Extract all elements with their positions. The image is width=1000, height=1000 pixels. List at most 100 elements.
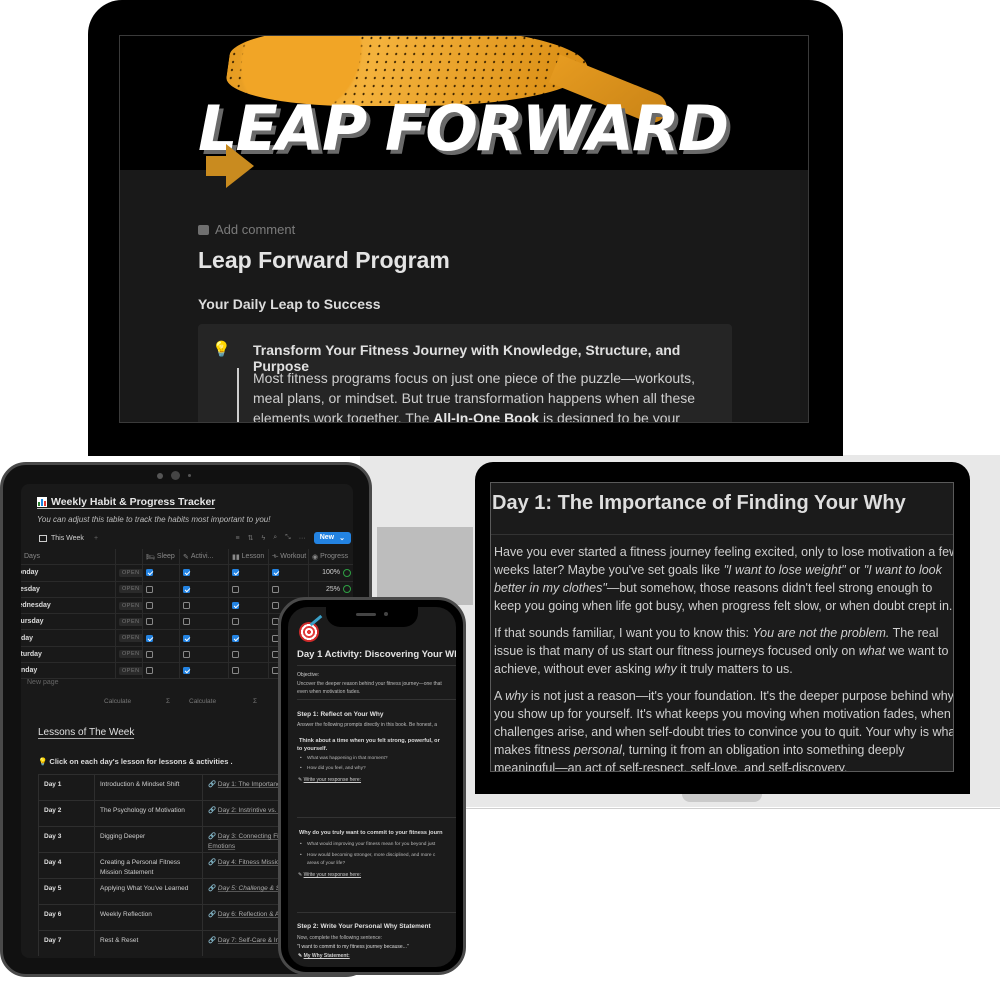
column-lesson[interactable]: ▮▮ Lesson <box>229 549 269 565</box>
my-why-link[interactable]: ✎ My Why Statement: <box>298 953 350 959</box>
automation-icon[interactable]: ϟ <box>261 535 265 542</box>
objective-text: Uncover the deeper reason behind your fi… <box>297 681 442 695</box>
write-response-link[interactable]: ✎ Write your response here: <box>298 872 361 878</box>
column-days[interactable]: Days <box>21 549 116 565</box>
quote-bar <box>237 368 239 422</box>
activity-checkbox[interactable] <box>183 667 190 675</box>
add-comment-button[interactable]: Add comment <box>198 222 758 237</box>
step1-heading: Step 1: Reflect on Your Why <box>297 711 384 718</box>
workout-cell <box>269 581 309 597</box>
day-name[interactable]: Wednesday <box>21 597 116 614</box>
sleep-checkbox[interactable] <box>146 634 153 642</box>
step2-heading: Step 2: Write Your Personal Why Statemen… <box>297 923 431 930</box>
lesson-checkbox[interactable] <box>232 569 239 577</box>
divider <box>297 699 456 700</box>
sleep-checkbox[interactable] <box>146 602 153 610</box>
activity-checkbox[interactable] <box>183 650 190 658</box>
lesson-checkbox[interactable] <box>232 667 239 675</box>
sum-dropdown[interactable]: Σ <box>166 698 170 705</box>
lesson-checkbox[interactable] <box>232 650 239 658</box>
target-dart-icon <box>299 622 319 642</box>
lesson-checkbox[interactable] <box>232 585 239 593</box>
sleep-checkbox[interactable] <box>146 618 153 626</box>
new-page-button[interactable]: New page <box>27 679 59 686</box>
tracker-title-link[interactable]: Weekly Habit & Progress Tracker <box>37 496 216 509</box>
expand-icon[interactable]: ⤡ <box>285 534 291 542</box>
activity-checkbox[interactable] <box>183 602 190 610</box>
lesson-topic: Creating a Personal Fitness Mission Stat… <box>95 853 203 878</box>
day-name[interactable]: Friday <box>21 630 116 646</box>
sleep-cell <box>143 581 180 597</box>
activity-checkbox[interactable] <box>183 569 190 577</box>
day-name[interactable]: Sunday <box>21 663 116 679</box>
lesson-cell <box>229 630 269 646</box>
sleep-cell <box>143 565 180 581</box>
page-subtitle: Your Daily Leap to Success <box>198 296 381 312</box>
open-cell: OPEN <box>116 646 143 663</box>
activity-checkbox[interactable] <box>183 585 190 593</box>
more-icon[interactable]: ··· <box>299 535 306 542</box>
day-name[interactable]: Tuesday <box>21 581 116 597</box>
link-icon: 🔗 <box>208 937 218 944</box>
sleep-checkbox[interactable] <box>146 569 153 577</box>
lesson-checkbox[interactable] <box>232 618 239 626</box>
lesson-checkbox[interactable] <box>232 602 239 610</box>
add-comment-label: Add comment <box>215 222 296 237</box>
open-button[interactable]: OPEN <box>119 634 142 643</box>
open-cell: OPEN <box>116 565 143 581</box>
monitor-device: Day 1: The Importance of Finding Your Wh… <box>475 462 970 794</box>
workout-checkbox[interactable] <box>272 602 279 610</box>
open-cell: OPEN <box>116 597 143 614</box>
page-content: Add comment Leap Forward Program Your Da… <box>198 222 758 422</box>
link-icon: 🔗 <box>208 859 218 866</box>
bullet: How would becoming stronger, more discip… <box>300 852 435 868</box>
calculate-dropdown[interactable]: Calculate <box>189 698 216 705</box>
open-button[interactable]: OPEN <box>119 650 142 659</box>
sleep-checkbox[interactable] <box>146 650 153 658</box>
open-button[interactable]: OPEN <box>119 585 142 594</box>
search-icon[interactable]: ⌕ <box>273 534 277 542</box>
add-view-icon[interactable]: + <box>94 535 98 542</box>
write-response-link[interactable]: ✎ Write your response here: <box>298 777 361 783</box>
column-workout[interactable]: ⟛ Workout <box>269 549 309 565</box>
bar-chart-icon <box>37 497 47 507</box>
workout-checkbox[interactable] <box>272 585 279 593</box>
arrow-right-icon <box>206 144 254 188</box>
column-progress[interactable]: ◉ Progress <box>309 549 353 564</box>
open-button[interactable]: OPEN <box>119 601 142 610</box>
progress-ring-icon <box>343 568 351 577</box>
table-row: TuesdayOPEN 25% <box>21 581 353 598</box>
page-title: Leap Forward Program <box>198 247 450 273</box>
activity-checkbox[interactable] <box>183 634 190 642</box>
day-name[interactable]: Saturday <box>21 646 116 663</box>
column-sleep[interactable]: 🛏 Sleep <box>143 549 180 565</box>
day-name[interactable]: Thursday <box>21 614 116 630</box>
workout-cell <box>269 565 309 581</box>
activity-title: Day 1 Activity: Discovering Your Why <box>297 649 456 660</box>
progress-cell: 100% <box>309 565 353 580</box>
activity-checkbox[interactable] <box>183 618 190 626</box>
open-button[interactable]: OPEN <box>119 568 142 577</box>
open-button[interactable]: OPEN <box>119 666 142 675</box>
tracker-title: Weekly Habit & Progress Tracker <box>51 496 216 508</box>
new-button[interactable]: New ⌄ <box>313 532 351 544</box>
sleep-checkbox[interactable] <box>146 667 153 675</box>
lesson-checkbox[interactable] <box>232 634 239 642</box>
callout-line: Most fitness programs focus on just one … <box>253 370 695 386</box>
tracker-subtitle: You can adjust this table to track the h… <box>37 515 271 524</box>
calculate-dropdown[interactable]: Calculate <box>104 698 131 705</box>
workout-checkbox[interactable] <box>272 569 279 577</box>
sort-icon[interactable]: ⇅ <box>248 534 254 542</box>
paragraph: Have you ever started a fitness journey … <box>494 545 954 613</box>
view-tab-this-week[interactable]: This Week + <box>39 534 98 542</box>
bullet: What would improving your fitness mean f… <box>300 841 435 849</box>
phone-device: Day 1 Activity: Discovering Your Why Obj… <box>278 597 466 975</box>
sleep-checkbox[interactable] <box>146 585 153 593</box>
column-activity[interactable]: ✎ Activi... <box>180 549 229 565</box>
day-name[interactable]: Monday <box>21 565 116 581</box>
lesson-topic: The Psychology of Motivation <box>95 801 203 826</box>
sum-dropdown[interactable]: Σ <box>253 698 257 705</box>
open-button[interactable]: OPEN <box>119 617 142 626</box>
filter-icon[interactable]: ≡ <box>236 535 240 542</box>
chevron-down-icon: ⌄ <box>339 535 345 542</box>
